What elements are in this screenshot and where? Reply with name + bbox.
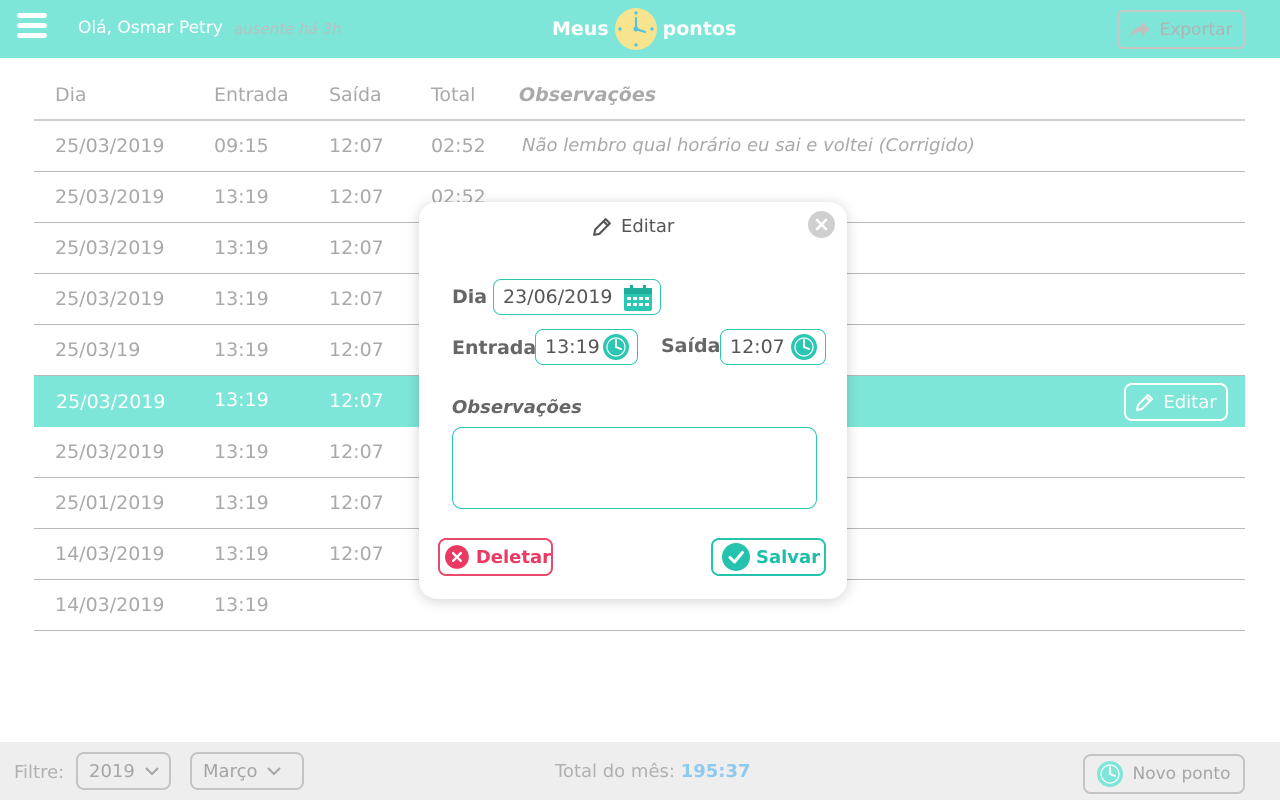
save-button[interactable]: Salvar [711,538,826,576]
clock-icon[interactable] [791,334,817,360]
entrada-label: Entrada [452,337,537,359]
observacoes-textarea[interactable] [452,427,817,509]
cell-entrada: 09:15 [214,135,269,157]
top-bar: Olá, Osmar Petry ausente há 3h Meus pont… [0,0,1280,58]
table-row[interactable]: 25/03/2019 09:15 12:07 02:52 Não lembro … [34,121,1245,172]
year-select[interactable]: 2019 [76,752,171,790]
cell-entrada: 13:19 [214,237,269,259]
pencil-icon [1136,394,1154,411]
cell-saida: 12:07 [329,543,384,565]
cell-saida: 12:07 [329,186,384,208]
month-select[interactable]: Março [190,752,304,790]
saida-value: 12:07 [730,336,785,358]
check-circle-icon [722,543,750,571]
dia-value: 23/06/2019 [503,286,613,308]
clock-logo-icon [614,8,657,50]
column-header-dia: Dia [55,84,87,106]
menu-icon[interactable] [17,13,47,39]
clock-icon[interactable] [603,334,629,360]
year-value: 2019 [89,760,135,782]
edit-dialog: Editar Dia 23/06/2019 Entrada 13:19 Saíd… [419,202,847,599]
cell-saida: 12:07 [329,390,384,412]
saida-field[interactable]: 12:07 [720,329,826,365]
cell-total: 02:52 [431,135,486,157]
entrada-value: 13:19 [545,336,600,358]
cell-entrada: 13:19 [214,389,269,411]
save-label: Salvar [756,546,821,568]
cell-entrada: 13:19 [214,288,269,310]
entrada-field[interactable]: 13:19 [535,329,638,365]
chevron-down-icon [145,766,159,775]
month-total-value: 195:37 [680,761,751,782]
new-entry-button[interactable]: Novo ponto [1083,754,1245,794]
cell-dia: 25/03/2019 [55,237,165,259]
cell-saida: 12:07 [329,492,384,514]
month-total: Total do mês: 195:37 [555,761,751,782]
column-header-observacoes: Observações [519,84,657,106]
delete-label: Deletar [475,546,551,568]
cell-entrada: 13:19 [214,441,269,463]
cell-dia: 25/03/2019 [55,441,165,463]
chevron-down-icon [267,766,282,775]
close-circle-icon [445,545,469,569]
pencil-icon [593,218,611,236]
table-header: Dia Entrada Saída Total Observações [34,70,1245,121]
brand-word-left: Meus [552,18,609,40]
brand-word-right: pontos [662,18,737,40]
cell-saida: 12:07 [329,135,384,157]
away-status: ausente há 3h [234,20,342,38]
cell-saida: 12:07 [329,339,384,361]
greeting-text: Olá, Osmar Petry [78,18,223,38]
delete-button[interactable]: Deletar [438,538,553,576]
export-label: Exportar [1159,19,1233,40]
cell-saida: 12:07 [329,288,384,310]
calendar-icon[interactable] [624,285,652,311]
cell-saida: 12:07 [329,441,384,463]
month-total-label: Total do mês: [555,761,675,782]
dia-field[interactable]: 23/06/2019 [493,279,661,315]
cell-dia: 25/03/2019 [55,288,165,310]
cell-entrada: 13:19 [214,339,269,361]
export-button[interactable]: Exportar [1117,10,1245,49]
cell-dia: 25/01/2019 [55,492,165,514]
cell-entrada: 13:19 [214,543,269,565]
saida-label: Saída [661,335,721,357]
cell-dia: 25/03/19 [55,339,141,361]
row-edit-label: Editar [1163,391,1217,413]
cell-entrada: 13:19 [214,594,269,616]
clock-icon [1097,761,1124,787]
observacoes-label: Observações [452,397,582,418]
cell-observacoes: Não lembro qual horário eu sai e voltei … [522,135,975,156]
close-icon[interactable] [808,211,835,238]
cell-entrada: 13:19 [214,186,269,208]
new-entry-label: Novo ponto [1132,764,1231,784]
row-edit-button[interactable]: Editar [1124,383,1228,421]
cell-saida: 12:07 [329,237,384,259]
dia-label: Dia [452,286,488,308]
cell-dia: 25/03/2019 [55,186,165,208]
app-logo: Meus pontos [552,8,736,50]
column-header-entrada: Entrada [214,84,289,106]
cell-dia: 14/03/2019 [55,543,165,565]
cell-entrada: 13:19 [214,492,269,514]
cell-dia: 25/03/2019 [56,391,166,413]
cell-dia: 25/03/2019 [55,135,165,157]
month-value: Março [203,760,258,782]
column-header-saida: Saída [329,84,382,106]
dialog-title-text: Editar [621,216,675,237]
dialog-title: Editar [592,216,674,237]
cell-dia: 14/03/2019 [55,594,165,616]
bottom-bar: Filtre: 2019 Março Total do mês: 195:37 … [0,742,1280,800]
column-header-total: Total [431,84,476,106]
filter-label: Filtre: [14,762,65,783]
share-arrow-icon [1130,21,1151,38]
